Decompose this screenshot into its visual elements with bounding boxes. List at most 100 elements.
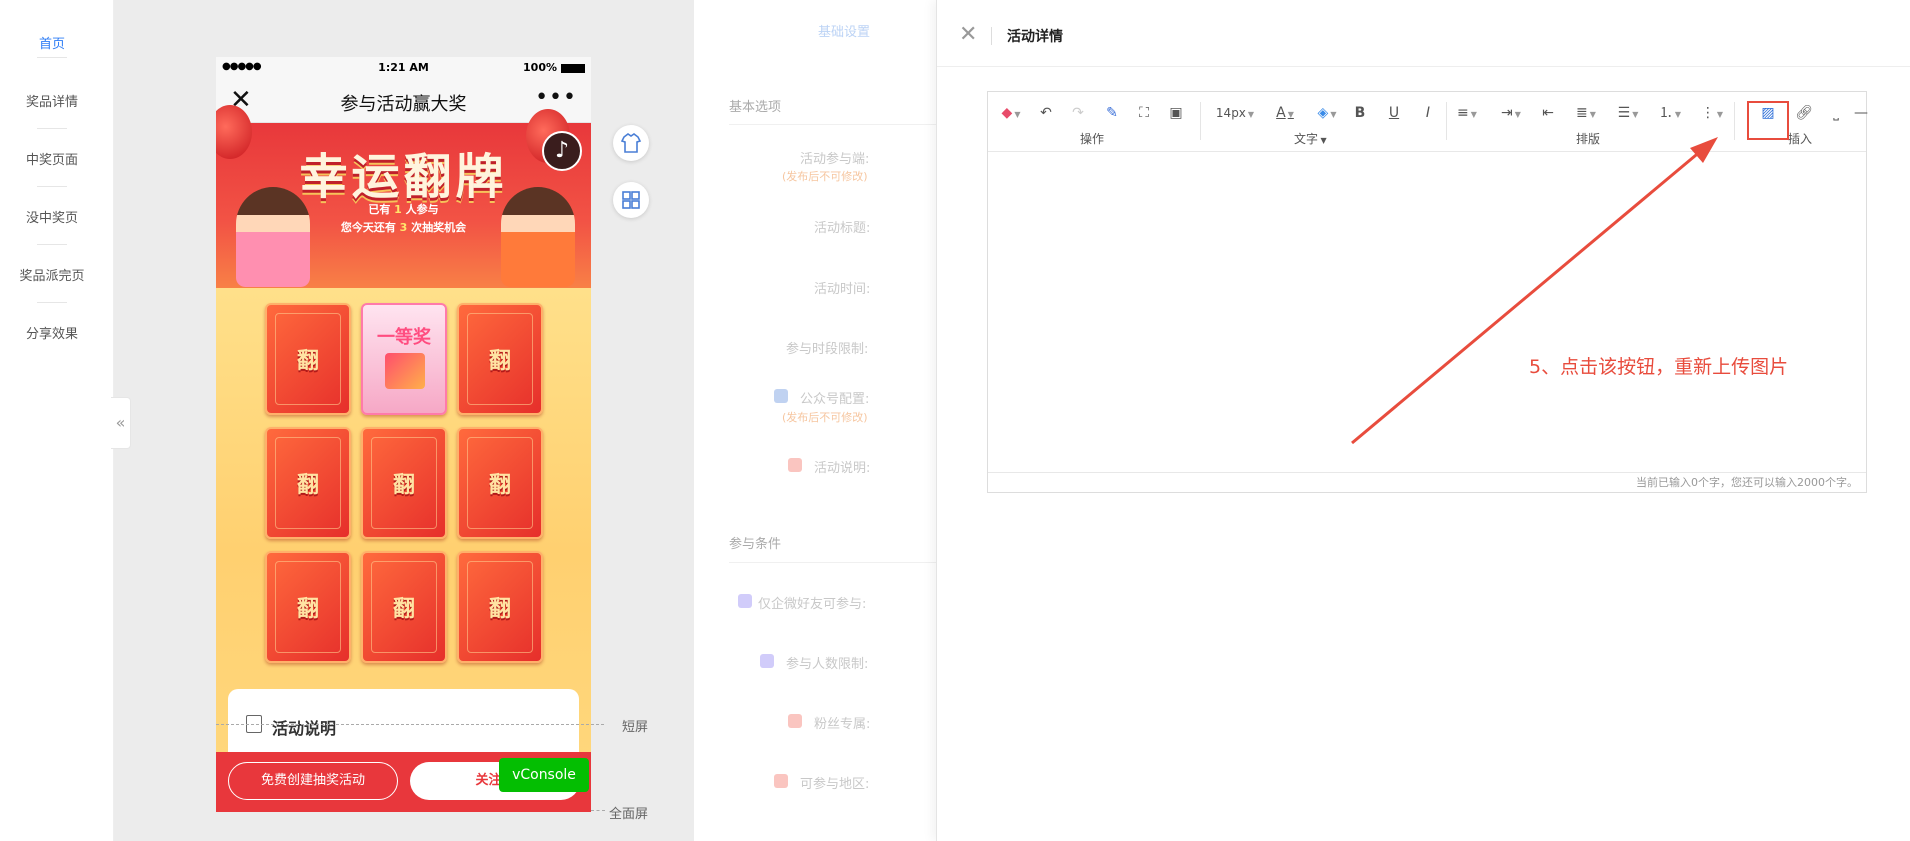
fan-icon [788, 714, 802, 728]
link-icon[interactable]: 🔗︎ [1794, 102, 1814, 124]
left-nav: 首页 奖品详情 中奖页面 没中奖页 奖品派完页 分享效果 [0, 0, 114, 841]
font-color-icon[interactable]: A ▼ [1270, 102, 1300, 124]
group-label-insert: 插入 [1788, 132, 1813, 146]
chances-text: 您今天还有 3 次抽奖机会 [340, 221, 467, 234]
prize-card[interactable]: 一等奖 [361, 303, 447, 415]
group-label-operate: 操作 [1080, 132, 1105, 146]
battery-percent: 100% [523, 61, 557, 74]
field-label: 活动时间: [814, 282, 871, 297]
gift-icon [385, 353, 425, 389]
people-icon [760, 654, 774, 668]
banner-title: 幸运翻牌 [299, 149, 508, 205]
toolbar-separator [1734, 102, 1735, 140]
short-screen-label: 短屏 [622, 720, 649, 735]
nav-item-prize-out-page[interactable]: 奖品派完页 [0, 265, 104, 284]
flip-card[interactable]: 翻 [265, 551, 351, 663]
info-title: 活动说明 [272, 719, 337, 738]
outdent-icon[interactable]: ⇤ [1538, 102, 1558, 124]
field-label: 公众号配置: [800, 392, 870, 407]
unordered-list-icon[interactable]: ⋮ ▼ [1696, 102, 1728, 124]
nav-item-share[interactable]: 分享效果 [0, 323, 104, 342]
nav-divider [37, 186, 67, 187]
field-label: 可参与地区: [800, 777, 870, 792]
nav-divider [37, 244, 67, 245]
banner: 幸运翻牌 已有 1 人参与 您今天还有 3 次抽奖机会 ♪ [216, 105, 591, 288]
header-divider [937, 66, 1910, 67]
bold-icon[interactable]: B [1350, 102, 1370, 124]
doc-icon [788, 458, 802, 472]
italic-icon[interactable]: I [1418, 102, 1438, 124]
field-label: 活动参与端: [800, 152, 870, 167]
format-painter-icon[interactable]: ✎ [1102, 102, 1122, 124]
field-warning: (发布后不可修改) [782, 411, 868, 424]
collapse-toggle[interactable]: « [111, 397, 131, 449]
theme-button[interactable] [613, 125, 649, 161]
field-label: 活动标题: [814, 221, 871, 236]
nav-item-home[interactable]: 首页 [0, 33, 104, 52]
nav-item-win-page[interactable]: 中奖页面 [0, 149, 104, 168]
flip-card[interactable]: 翻 [457, 551, 543, 663]
flip-card[interactable]: 翻 [265, 427, 351, 539]
phone-preview: ●●●●● 1:21 AM 100% ✕ 参与活动赢大奖 ••• 幸运翻牌 已有… [216, 57, 591, 812]
battery-icon [561, 64, 585, 73]
ordered-list-icon[interactable]: ⒈ ▼ [1654, 102, 1686, 124]
detail-panel: ✕ 活动详情 ◆ ▼ ↶ ↷ ✎ ⛶ ▣ 操作 14px ▼ A ▼ ◈ ▼ B U I… [936, 0, 1910, 841]
wecom-icon [738, 594, 752, 608]
field-label: 活动说明: [814, 461, 871, 476]
section-divider [729, 562, 936, 563]
field-label: 参与时段限制: [786, 342, 869, 357]
full-screen-label: 全面屏 [609, 807, 649, 822]
field-label: 粉丝专属: [814, 717, 871, 732]
rich-text-editor: ◆ ▼ ↶ ↷ ✎ ⛶ ▣ 操作 14px ▼ A ▼ ◈ ▼ B U I 文字 ▼ ≡… [987, 91, 1868, 493]
font-size-select[interactable]: 14px ▼ [1206, 102, 1264, 124]
editor-toolbar: ◆ ▼ ↶ ↷ ✎ ⛶ ▣ 操作 14px ▼ A ▼ ◈ ▼ B U I 文字 ▼ ≡… [988, 92, 1868, 152]
grid-icon [622, 191, 640, 209]
tab-basic-settings[interactable]: 基础设置 [818, 21, 870, 40]
nav-divider [37, 57, 67, 58]
vconsole-button[interactable]: vConsole [499, 758, 589, 792]
section-basic: 基本选项 [729, 100, 782, 115]
field-label: 参与人数限制: [786, 657, 869, 672]
flip-card[interactable]: 翻 [457, 427, 543, 539]
field-warning: (发布后不可修改) [782, 170, 868, 183]
short-screen-guide [216, 724, 604, 725]
fullscreen-icon[interactable]: ⛶ [1134, 102, 1154, 124]
music-icon[interactable]: ♪ [542, 131, 582, 171]
flip-card[interactable]: 翻 [265, 303, 351, 415]
nav-item-lose-page[interactable]: 没中奖页 [0, 207, 104, 226]
underline-icon[interactable]: U [1384, 102, 1404, 124]
title-separator [991, 27, 992, 45]
flip-card[interactable]: 翻 [457, 303, 543, 415]
bg-color-icon[interactable]: ◈ ▼ [1312, 102, 1342, 124]
layout-button[interactable] [613, 182, 649, 218]
full-screen-guide [591, 810, 605, 811]
instruction-annotation: 5、点击该按钮，重新上传图片 [1529, 356, 1789, 378]
toolbar-separator [1200, 102, 1201, 140]
location-icon [774, 774, 788, 788]
undo-icon[interactable]: ↶ [1036, 102, 1056, 124]
space-icon[interactable]: ⎵ [1826, 102, 1846, 124]
flip-card[interactable]: 翻 [361, 551, 447, 663]
template-icon[interactable]: ▣ [1166, 102, 1186, 124]
wechat-icon [774, 389, 788, 403]
status-bar: ●●●●● 1:21 AM 100% [216, 57, 591, 79]
nav-divider [37, 302, 67, 303]
divider-line-icon[interactable]: — [1854, 102, 1868, 124]
line-height-icon[interactable]: ≣ ▼ [1570, 102, 1602, 124]
create-activity-button[interactable]: 免费创建抽奖活动 [228, 762, 398, 800]
redo-icon[interactable]: ↷ [1068, 102, 1088, 124]
toolbar-separator [1446, 102, 1447, 140]
flip-card[interactable]: 翻 [361, 427, 447, 539]
more-icon[interactable]: ••• [535, 85, 577, 110]
field-label: 仅企微好友可参与: [758, 597, 867, 612]
indent-icon[interactable]: ⇥ ▼ [1496, 102, 1526, 124]
participants-text: 已有 1 人参与 [368, 203, 439, 216]
eraser-icon[interactable]: ◆ ▼ [996, 102, 1026, 124]
paragraph-spacing-icon[interactable]: ☰ ▼ [1612, 102, 1644, 124]
align-icon[interactable]: ≡ ▼ [1452, 102, 1482, 124]
editor-content-area[interactable] [988, 152, 1866, 472]
close-icon[interactable]: ✕ [959, 22, 977, 47]
image-button-highlight [1747, 101, 1789, 140]
section-divider [729, 124, 936, 125]
nav-item-prize-detail[interactable]: 奖品详情 [0, 91, 104, 110]
